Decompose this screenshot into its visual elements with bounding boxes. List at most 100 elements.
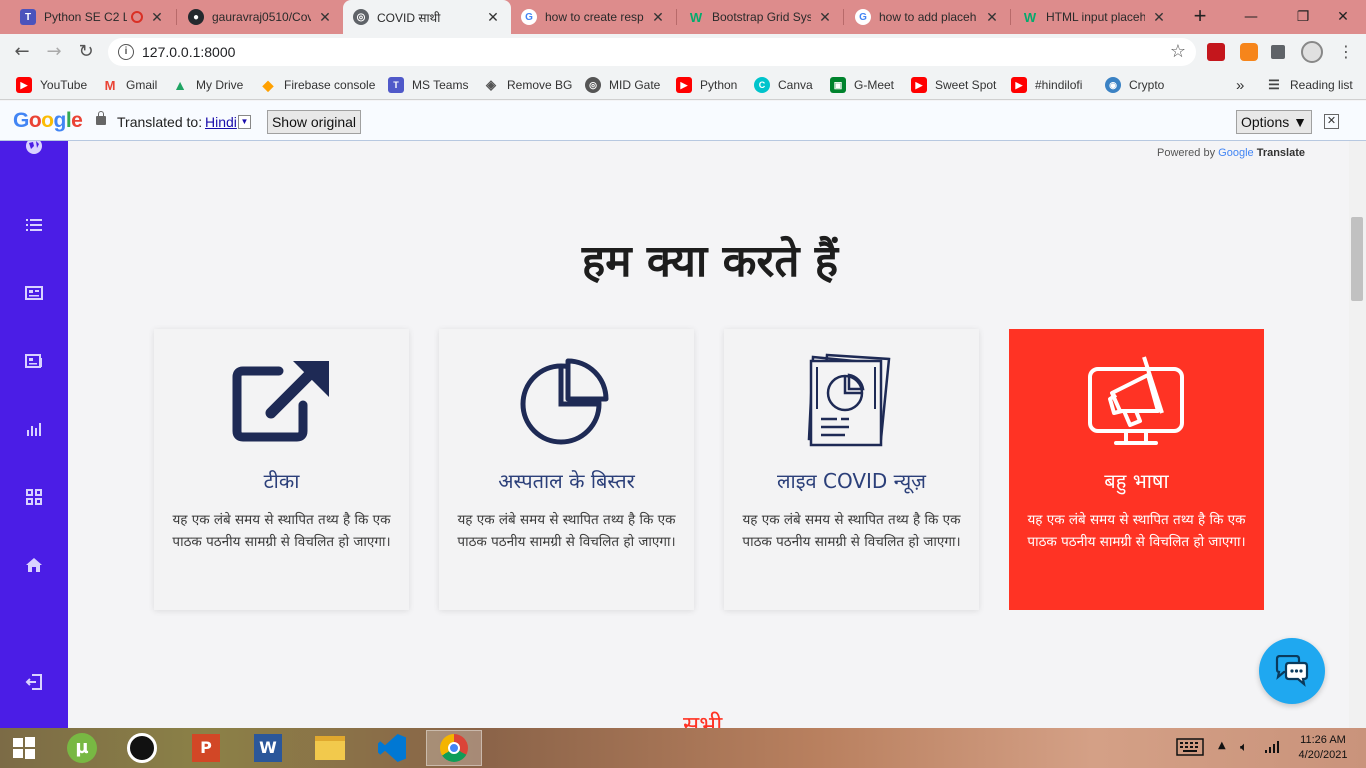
page-viewport: Powered by Google Translate हम क्या करते… — [0, 141, 1366, 728]
close-tab-icon[interactable]: ✕ — [485, 9, 501, 26]
clock-time: 11:26 AM — [1300, 734, 1346, 746]
google-icon: G — [855, 9, 871, 25]
network-icon[interactable] — [1264, 740, 1280, 757]
youtube-icon: ▶ — [16, 77, 32, 93]
reload-button[interactable]: ↻ — [74, 40, 98, 64]
bookmark-label: Remove BG — [507, 78, 573, 92]
show-hidden-icons-button[interactable]: ▲ — [1218, 740, 1226, 751]
bookmark-canva[interactable]: C Canva — [754, 76, 813, 94]
bookmark-ms-teams[interactable]: T MS Teams — [388, 76, 468, 94]
tab-title: HTML input placeh — [1046, 10, 1145, 24]
page-scrollbar[interactable] — [1349, 141, 1366, 728]
tab-python-se[interactable]: T Python SE C2 L ✕ — [10, 0, 175, 34]
close-tab-icon[interactable]: ✕ — [1151, 9, 1167, 26]
bookmarks-bar: ▶ YouTube M Gmail ▲ My Drive ◆ Firebase cons… — [0, 70, 1366, 100]
close-tab-icon[interactable]: ✕ — [317, 9, 333, 26]
layers-icon: ◈ — [486, 77, 496, 92]
bookmark-python[interactable]: ▶ Python — [676, 76, 737, 94]
tab-title: how to create resp — [545, 10, 644, 24]
word-taskbar-icon[interactable]: W — [240, 730, 296, 766]
scrollbar-thumb[interactable] — [1351, 217, 1363, 301]
recording-icon — [131, 11, 143, 23]
service-card-vaccine[interactable]: टीका यह एक लंबे समय से स्थापित तथ्य है क… — [154, 329, 409, 610]
bookmark-label: Canva — [778, 78, 813, 92]
newspaper-icon[interactable] — [22, 349, 46, 373]
bookmark-hindilofi[interactable]: ▶ #hindilofi — [1011, 76, 1082, 94]
powered-by-label: Powered by — [1157, 147, 1216, 159]
close-translate-bar-button[interactable]: ✕ — [1324, 114, 1339, 129]
grid-icon[interactable] — [22, 485, 46, 509]
bookmark-mid-gate[interactable]: ◎ MID Gate — [585, 76, 660, 94]
service-card-multi-language[interactable]: बहु भाषा यह एक लंबे समय से स्थापित तथ्य … — [1009, 329, 1264, 610]
powerpoint-taskbar-icon[interactable]: P — [178, 730, 234, 766]
bookmark-g-meet[interactable]: ▣ G-Meet — [830, 76, 894, 94]
tab-google-responsive[interactable]: G how to create resp ✕ — [511, 0, 676, 34]
logout-icon[interactable] — [22, 670, 46, 694]
bookmark-label: MS Teams — [412, 78, 469, 92]
service-card-hospital-beds[interactable]: अस्पताल के बिस्तर यह एक लंबे समय से स्था… — [439, 329, 694, 610]
home-icon[interactable] — [22, 553, 46, 577]
tab-covid-sathi[interactable]: ◎ COVID साथी ✕ — [343, 0, 511, 34]
show-original-button[interactable]: Show original — [267, 110, 361, 134]
close-tab-icon[interactable]: ✕ — [817, 9, 833, 26]
bookmark-label: Sweet Spot — [935, 78, 997, 92]
back-button[interactable]: ← — [10, 40, 34, 64]
new-tab-button[interactable]: + — [1188, 4, 1212, 28]
tab-html-placeholder[interactable]: W HTML input placeh ✕ — [1012, 0, 1177, 34]
tab-bootstrap-grid[interactable]: W Bootstrap Grid Syst ✕ — [678, 0, 843, 34]
globe-icon[interactable] — [22, 141, 46, 158]
tab-title: COVID साथी — [377, 10, 441, 25]
site-info-icon[interactable]: i — [118, 44, 134, 60]
bar-chart-icon[interactable] — [22, 417, 46, 441]
volume-icon[interactable]: 🔈︎ — [1240, 740, 1248, 755]
minimize-button[interactable]: — — [1228, 0, 1274, 34]
card-description: यह एक लंबे समय से स्थापित तथ्य है कि एक … — [742, 512, 961, 550]
bookmark-sweet-spot[interactable]: ▶ Sweet Spot — [911, 76, 996, 94]
teams-icon: T — [388, 77, 404, 93]
chrome-taskbar-icon[interactable] — [426, 730, 482, 766]
service-card-live-news[interactable]: लाइव COVID न्यूज़ यह एक लंबे समय से स्था… — [724, 329, 979, 610]
puzzle-extensions-icon[interactable] — [1271, 45, 1285, 59]
vscode-taskbar-icon[interactable] — [364, 730, 420, 766]
card-title: लाइव COVID न्यूज़ — [776, 469, 927, 493]
close-window-button[interactable]: ✕ — [1320, 0, 1366, 34]
forward-button[interactable]: → — [42, 40, 66, 64]
menu-icon[interactable]: ⋮ — [1334, 40, 1358, 64]
tab-google-placeholder[interactable]: G how to add placeh ✕ — [845, 0, 1010, 34]
card-title: अस्पताल के बिस्तर — [498, 469, 635, 493]
language-dropdown-icon[interactable]: ▼ — [238, 115, 251, 129]
bookmark-label: Gmail — [126, 78, 158, 92]
whatsapp-taskbar-icon[interactable] — [114, 730, 170, 766]
system-clock[interactable]: 11:26 AM 4/20/2021 — [1290, 733, 1356, 763]
close-tab-icon[interactable]: ✕ — [149, 9, 165, 26]
powered-translate-label: Translate — [1256, 147, 1306, 159]
address-bar[interactable]: i 127.0.0.1:8000 ☆ — [108, 38, 1196, 66]
bookmark-crypto[interactable]: ◉ Crypto — [1105, 76, 1164, 94]
reading-list-button[interactable]: ☰ Reading list — [1266, 76, 1353, 94]
google-icon: G — [521, 9, 537, 25]
chat-button[interactable] — [1259, 638, 1325, 704]
bookmark-youtube[interactable]: ▶ YouTube — [16, 76, 87, 94]
windows-taskbar: µ P W ▲ 🔈︎ 11:26 AM 4/20/2021 — [0, 728, 1366, 768]
tab-github[interactable]: ● gauravraj0510/Cov ✕ — [178, 0, 343, 34]
bookmark-my-drive[interactable]: ▲ My Drive — [172, 76, 243, 94]
profile-avatar[interactable] — [1301, 41, 1323, 63]
bookmark-gmail[interactable]: M Gmail — [102, 76, 158, 94]
target-language-link[interactable]: Hindi — [205, 114, 237, 130]
close-tab-icon[interactable]: ✕ — [650, 9, 666, 26]
more-bookmarks-button[interactable]: » — [1236, 76, 1244, 94]
bookmark-remove-bg[interactable]: ◈ Remove BG — [483, 76, 572, 94]
file-explorer-taskbar-icon[interactable] — [302, 730, 358, 766]
tab-strip: T Python SE C2 L ✕ ● gauravraj0510/Cov ✕… — [0, 0, 1366, 34]
bookmark-firebase[interactable]: ◆ Firebase console — [260, 76, 376, 94]
section-heading: हम क्या करते हैं — [581, 236, 839, 287]
start-button[interactable] — [0, 730, 48, 766]
touch-keyboard-icon[interactable] — [1176, 738, 1204, 759]
close-tab-icon[interactable]: ✕ — [984, 9, 1000, 26]
options-button[interactable]: Options ▼ — [1236, 110, 1312, 134]
metamask-extension-icon[interactable] — [1240, 43, 1258, 61]
acrobat-extension-icon[interactable] — [1207, 43, 1225, 61]
bookmark-label: YouTube — [40, 78, 88, 92]
bookmark-star-icon[interactable]: ☆ — [1170, 41, 1186, 62]
utorrent-taskbar-icon[interactable]: µ — [54, 730, 110, 766]
